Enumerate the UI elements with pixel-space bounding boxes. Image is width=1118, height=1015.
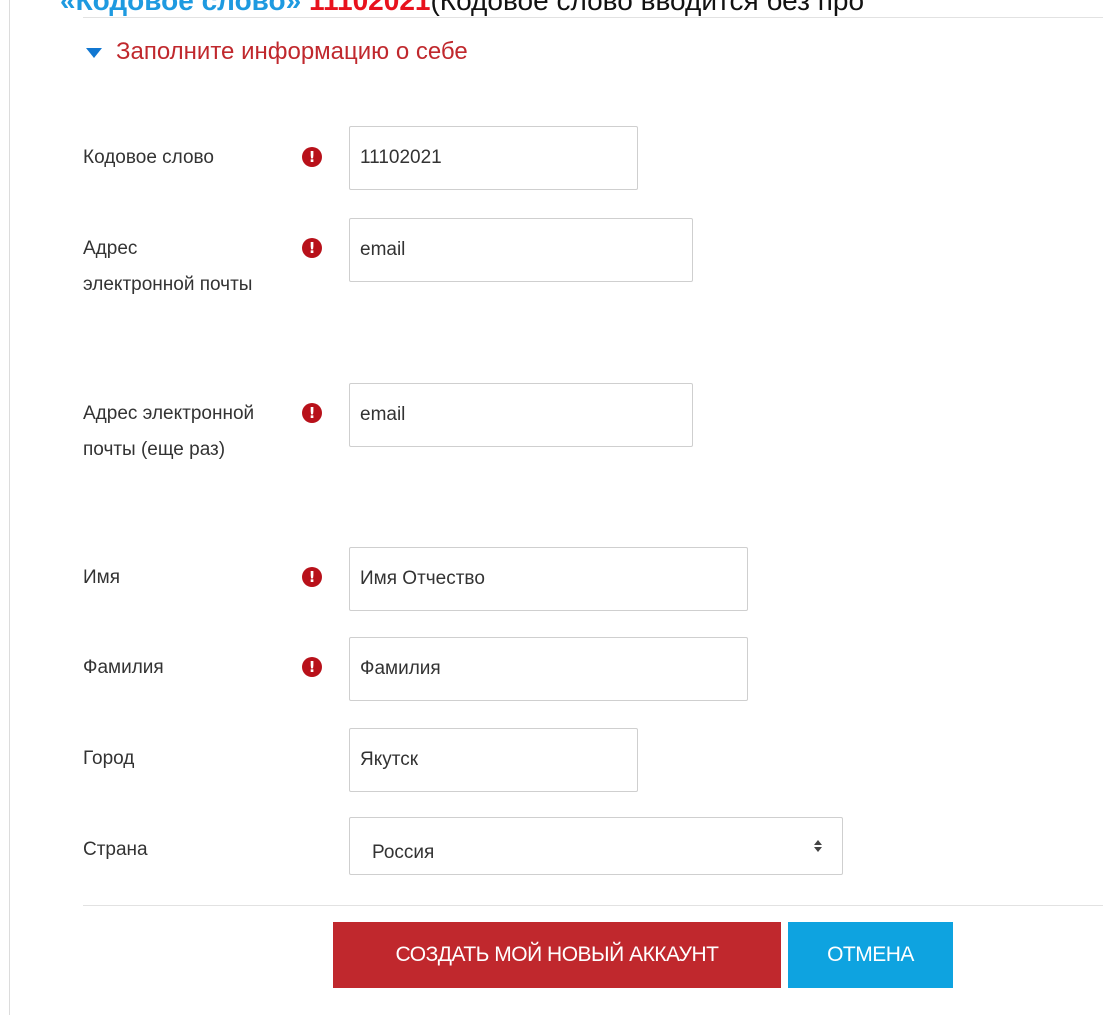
exclamation-circle-icon: !: [302, 147, 322, 167]
keyword-label: «Кодовое слово»: [60, 0, 302, 16]
email-confirm-input[interactable]: [349, 383, 693, 447]
create-account-button[interactable]: СОЗДАТЬ МОЙ НОВЫЙ АККАУНТ: [333, 922, 781, 988]
first-name-label: Имя: [83, 567, 121, 588]
left-border: [9, 0, 10, 1015]
exclamation-circle-icon: !: [302, 238, 322, 258]
country-selected-value: Россия: [372, 842, 435, 863]
country-select[interactable]: Россия: [349, 817, 843, 875]
instruction-banner: «Кодовое слово» 11102021(Кодовое слово в…: [60, 0, 864, 18]
email-input[interactable]: [349, 218, 693, 282]
cancel-button[interactable]: ОТМЕНА: [788, 922, 953, 988]
exclamation-circle-icon: !: [302, 567, 322, 587]
section-toggle[interactable]: Заполните информацию о себе: [86, 38, 468, 66]
bottom-divider: [83, 905, 1103, 906]
exclamation-circle-icon: !: [302, 403, 322, 423]
email-confirm-label: Адрес электронной почты (еще раз): [83, 403, 255, 460]
top-divider: [83, 17, 1103, 18]
last-name-input[interactable]: [349, 637, 748, 701]
select-arrows-icon: [814, 840, 822, 852]
email-label: Адрес электронной почты: [83, 238, 253, 295]
section-title: Заполните информацию о себе: [116, 38, 468, 65]
last-name-label: Фамилия: [83, 657, 164, 678]
country-label: Страна: [83, 839, 148, 860]
code-word-input[interactable]: [349, 126, 638, 190]
caret-down-icon: [86, 48, 102, 58]
city-input[interactable]: [349, 728, 638, 792]
code-value: 11102021: [308, 0, 431, 16]
city-label: Город: [83, 748, 135, 769]
exclamation-circle-icon: !: [302, 657, 322, 677]
code-word-label: Кодовое слово: [83, 147, 214, 168]
banner-note: (Кодовое слово вводится без про: [430, 0, 865, 16]
first-name-input[interactable]: [349, 547, 748, 611]
